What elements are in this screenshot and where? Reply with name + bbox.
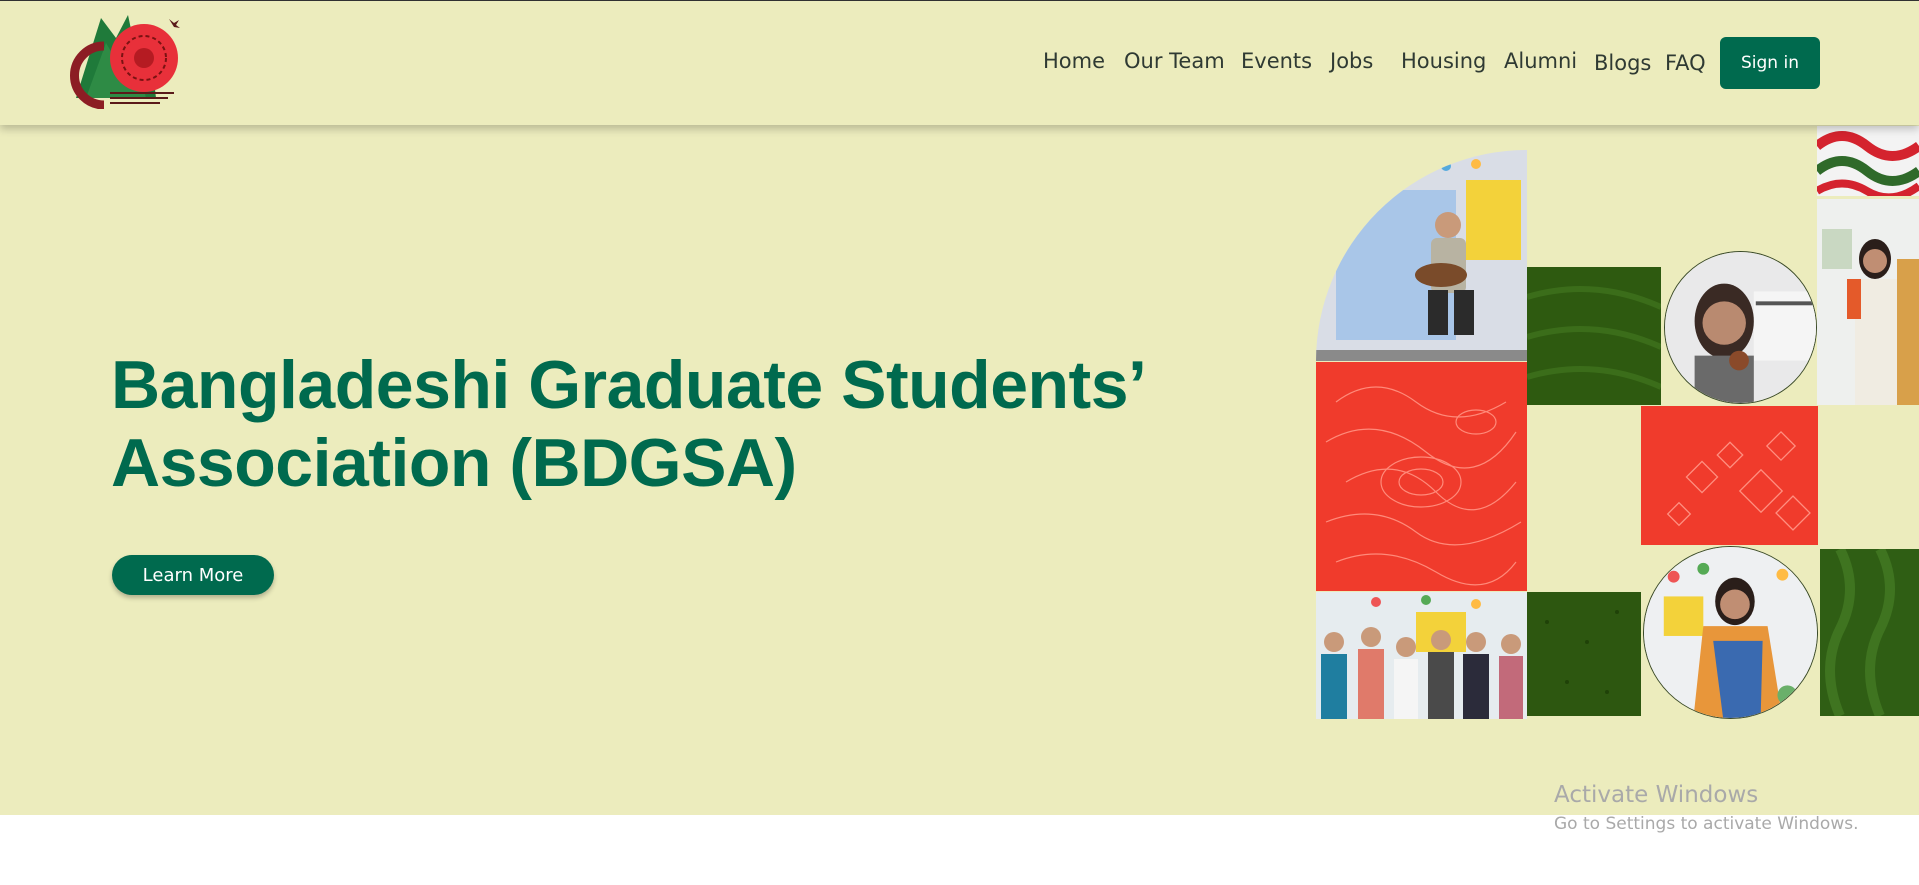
hero-title-line-1: Bangladeshi Graduate Students’	[111, 347, 1147, 423]
sign-in-button[interactable]: Sign in	[1720, 37, 1820, 89]
nav-faq-link[interactable]: FAQ	[1665, 51, 1706, 75]
red-topographic-pattern-tile	[1316, 362, 1527, 591]
watermark-title: Activate Windows	[1554, 782, 1759, 808]
hero-title-line-2: Association (BDGSA)	[111, 425, 797, 501]
nav-alumni-link[interactable]: Alumni	[1504, 49, 1577, 73]
hero-title: Bangladeshi Graduate Students’ Associati…	[111, 346, 1161, 502]
watermark-subtitle: Go to Settings to activate Windows.	[1554, 814, 1859, 834]
dark-green-speckle-tile	[1527, 592, 1641, 716]
red-green-swirl-tile	[1817, 126, 1919, 196]
red-diamond-pattern-tile	[1641, 406, 1818, 545]
women-saree-photo	[1817, 199, 1919, 405]
learn-more-button[interactable]: Learn More	[112, 555, 274, 595]
site-header: Home Our Team Events Jobs Housing Alumni…	[0, 1, 1919, 125]
windows-activation-watermark: Activate Windows Go to Settings to activ…	[1554, 782, 1859, 834]
green-texture-tile	[1527, 267, 1661, 405]
nav-housing-link[interactable]: Housing	[1401, 49, 1486, 73]
nav-our-team-link[interactable]: Our Team	[1124, 49, 1225, 73]
green-wave-pattern-tile	[1820, 549, 1919, 716]
main-nav: Home Our Team Events Jobs Housing Alumni…	[0, 1, 1919, 125]
group-photo	[1316, 592, 1527, 719]
woman-mehndi-photo	[1664, 251, 1817, 404]
nav-blogs-link[interactable]: Blogs	[1594, 51, 1651, 75]
nav-jobs-link[interactable]: Jobs	[1330, 49, 1373, 73]
nav-events-link[interactable]: Events	[1241, 49, 1312, 73]
woman-colorful-saree-photo	[1643, 546, 1818, 719]
nav-home-link[interactable]: Home	[1043, 49, 1105, 73]
